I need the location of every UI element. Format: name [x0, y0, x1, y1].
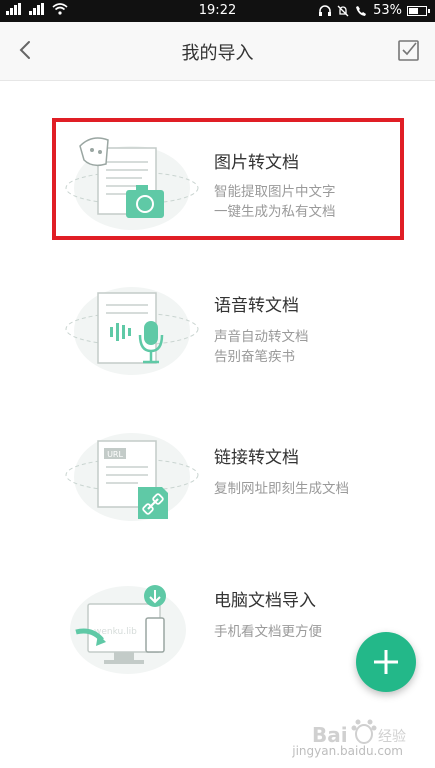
battery-percent: 53%	[373, 3, 402, 18]
page-title: 我的导入	[181, 43, 254, 64]
item-desc-line2: 一键生成为私有文档	[214, 204, 336, 220]
checkbox-edit-icon	[398, 40, 419, 61]
hd-call-icon	[356, 5, 367, 16]
pc-import-illustration: wenku.lib	[70, 585, 186, 674]
item-desc-line2: 告别奋笔疾书	[214, 349, 295, 365]
status-right: 53%	[318, 3, 430, 18]
add-fab-button[interactable]	[356, 632, 416, 692]
item-desc-line1: 复制网址即刻生成文档	[214, 481, 349, 497]
watermark-url: jingyan.baidu.com	[292, 744, 403, 758]
url-tag-text: URL	[107, 450, 123, 459]
item-title: 图片转文档	[214, 153, 299, 173]
image-doc-illustration	[65, 137, 199, 230]
item-desc-line1: 手机看文档更方便	[214, 624, 322, 640]
item-title: 电脑文档导入	[214, 591, 316, 611]
item-title: 语音转文档	[214, 296, 299, 316]
item-desc-line1: 声音自动转文档	[214, 329, 309, 345]
image-to-doc-item[interactable]: 图片转文档 智能提取图片中文字 一键生成为私有文档	[0, 118, 435, 248]
item-desc-line1: 智能提取图片中文字	[214, 184, 336, 200]
plus-icon	[374, 650, 398, 674]
item-title: 链接转文档	[214, 448, 299, 468]
svg-text:经验: 经验	[378, 729, 406, 745]
app-header: 我的导入	[0, 22, 435, 81]
battery-icon	[407, 5, 430, 16]
link-to-doc-item[interactable]: URL 链接转文档 复制网址即刻生成文档	[0, 415, 435, 545]
headset-icon	[319, 4, 332, 16]
voice-doc-illustration	[65, 287, 199, 375]
link-doc-illustration: URL	[65, 433, 199, 521]
status-bar: 19:22 53%	[0, 0, 435, 22]
select-button[interactable]	[389, 30, 429, 70]
voice-to-doc-item[interactable]: 语音转文档 声音自动转文档 告别奋笔疾书	[0, 265, 435, 395]
mute-bell-icon	[337, 5, 349, 16]
